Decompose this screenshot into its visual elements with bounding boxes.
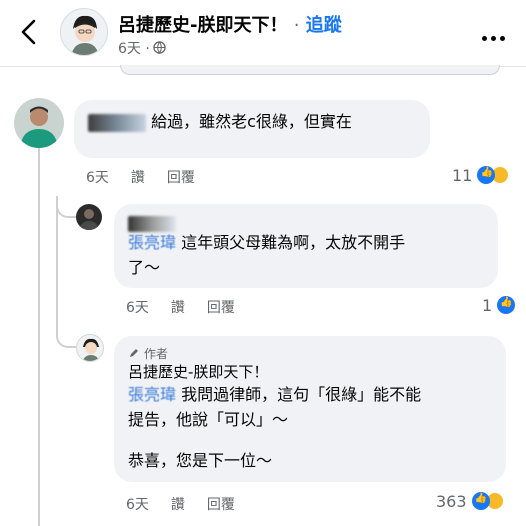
author-reply-actions: 6天 讚 回覆 <box>126 494 257 514</box>
tagged-user[interactable]: 張亮瑋 <box>128 385 176 404</box>
reaction-count: 363 <box>436 492 467 511</box>
reaction-count: 11 <box>452 166 473 185</box>
previous-comment-edge <box>0 65 526 86</box>
reply-text-line2: 了～ <box>128 258 161 277</box>
reaction-summary[interactable]: 11 <box>452 166 510 185</box>
follow-button[interactable]: 追蹤 <box>306 15 342 36</box>
reply-avatar[interactable] <box>76 204 102 230</box>
comment-time[interactable]: 6天 <box>86 170 109 186</box>
post-timestamp: 6天 · <box>118 41 150 57</box>
reply-time[interactable]: 6天 <box>126 497 149 513</box>
comment-bubble: 給過，雖然老c很綠，但實在 <box>74 100 430 158</box>
reply-text-line1: 這年頭父母難為啊，太放不開手 <box>181 233 406 252</box>
reply-button[interactable]: 回覆 <box>167 170 195 186</box>
like-button[interactable]: 讚 <box>171 497 185 513</box>
pen-icon <box>130 349 138 357</box>
thread-branch <box>56 326 76 348</box>
back-arrow-icon[interactable] <box>18 18 40 46</box>
post-header: 呂捷歷史-朕即天下！ · 追蹤 6天 · <box>0 0 526 66</box>
reply-bubble: 張亮瑋 這年頭父母難為啊，太放不開手 了～ <box>114 204 498 288</box>
reply-actions: 6天 讚 回覆 <box>126 297 257 317</box>
thread-line <box>56 198 58 328</box>
more-options-icon[interactable] <box>482 26 512 41</box>
commenter-avatar[interactable] <box>14 98 64 148</box>
thread-branch <box>56 196 76 218</box>
thread-line <box>38 148 40 526</box>
author-reply-bubble: 作者 呂捷歷史-朕即天下！ 張亮瑋 我問過律師，這句「很綠」能不能 提告，他說「… <box>114 336 506 482</box>
page-avatar[interactable] <box>60 8 108 56</box>
tagged-user[interactable]: 張亮瑋 <box>128 233 176 252</box>
author-avatar[interactable] <box>76 334 104 362</box>
author-text-line3: 恭喜，您是下一位～ <box>128 451 273 470</box>
like-button[interactable]: 讚 <box>171 300 185 316</box>
comment-actions: 6天 讚 回覆 <box>86 167 217 187</box>
comment-text: 給過，雖然老c很綠，但實在 <box>151 112 352 131</box>
like-reaction-icon <box>497 296 516 314</box>
author-text-line1: 我問過律師，這句「很綠」能不能 <box>181 385 422 404</box>
reaction-summary[interactable]: 363 <box>436 492 504 511</box>
reaction-summary[interactable]: 1 <box>482 296 516 315</box>
reaction-count: 1 <box>482 296 493 315</box>
like-button[interactable]: 讚 <box>131 170 145 186</box>
author-text-line2: 提告，他說「可以」～ <box>128 410 289 429</box>
post-meta: 6天 · <box>118 38 166 58</box>
blurred-commenter-name[interactable] <box>88 113 146 132</box>
globe-icon <box>153 41 166 54</box>
page-name[interactable]: 呂捷歷史-朕即天下！ · 追蹤 <box>118 11 342 37</box>
author-badge: 作者 <box>128 342 492 361</box>
blurred-reply-name[interactable] <box>128 215 176 232</box>
reply-button[interactable]: 回覆 <box>207 497 235 513</box>
author-name[interactable]: 呂捷歷史-朕即天下！ <box>128 360 492 382</box>
like-reaction-icon <box>471 492 490 510</box>
reply-button[interactable]: 回覆 <box>207 300 235 316</box>
reply-time[interactable]: 6天 <box>126 300 149 316</box>
